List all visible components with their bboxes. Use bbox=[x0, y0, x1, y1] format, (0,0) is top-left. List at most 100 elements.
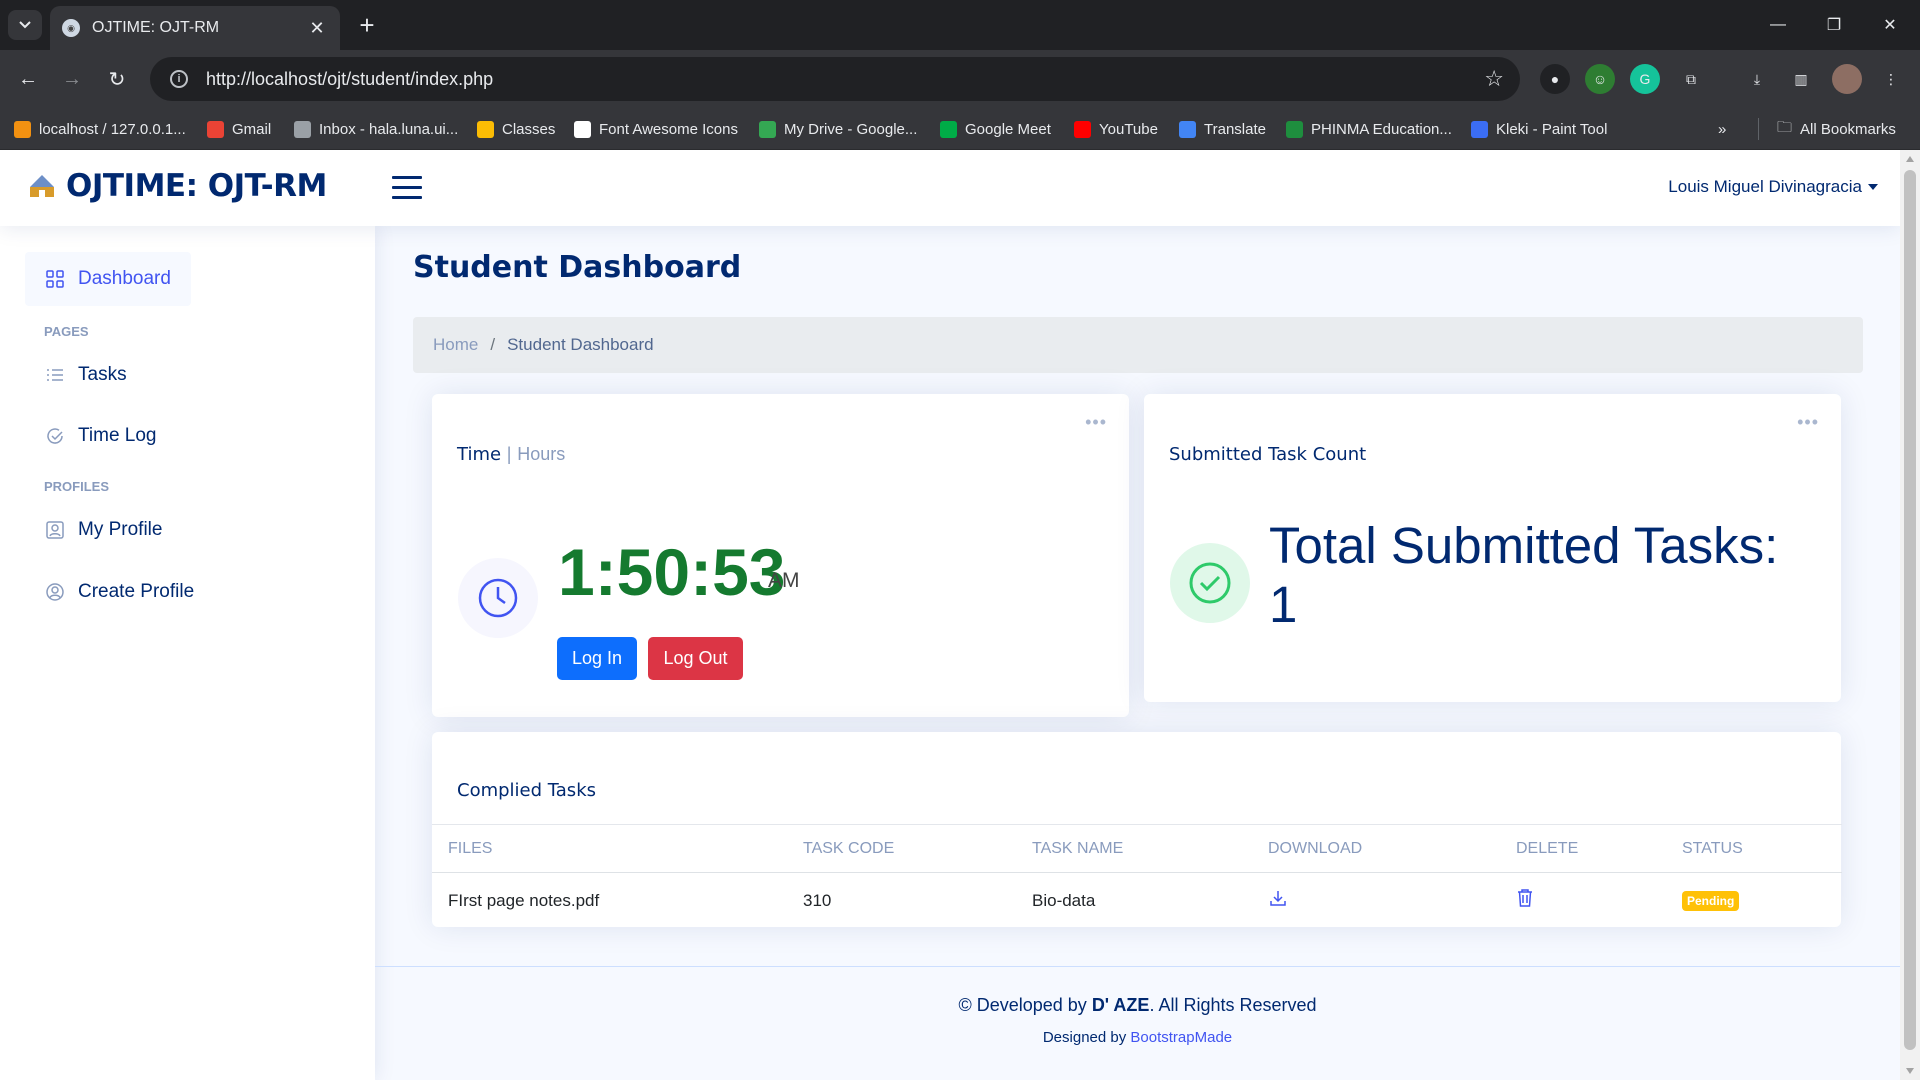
address-bar[interactable]: i http://localhost/ojt/student/index.php… bbox=[150, 57, 1520, 101]
sidebar-item-create-profile[interactable]: Create Profile bbox=[25, 565, 214, 619]
new-tab-button[interactable]: + bbox=[352, 10, 382, 40]
bookmark-favicon-icon bbox=[14, 120, 31, 138]
scrollbar-thumb[interactable] bbox=[1904, 170, 1916, 1050]
site-logo[interactable]: OJTIME: OJT-RM bbox=[28, 168, 327, 204]
column-header-status: STATUS bbox=[1666, 824, 1842, 873]
side-panel-icon[interactable]: ▥ bbox=[1786, 64, 1816, 94]
tab-search-button[interactable] bbox=[8, 10, 42, 40]
extension-robot-icon[interactable]: ☺ bbox=[1585, 64, 1615, 94]
grammarly-icon[interactable]: G bbox=[1630, 64, 1660, 94]
download-icon[interactable] bbox=[1268, 888, 1288, 908]
table-row: FIrst page notes.pdf 310 Bio-data Pendin… bbox=[432, 873, 1842, 929]
bookmark-item[interactable]: Classes bbox=[477, 118, 555, 140]
user-menu-dropdown[interactable]: Louis Miguel Divinagracia bbox=[1668, 177, 1878, 197]
sidebar-toggle-icon[interactable] bbox=[392, 176, 422, 200]
extension-icon[interactable]: ● bbox=[1540, 64, 1570, 94]
time-card: ••• Time | Hours 1:50:53 AM Log In Log O… bbox=[432, 394, 1129, 717]
bookmark-item[interactable]: PHINMA Education... bbox=[1286, 118, 1452, 140]
back-arrow-icon[interactable]: ← bbox=[12, 63, 44, 95]
bookmark-label: Kleki - Paint Tool bbox=[1496, 120, 1608, 138]
table-header-row: FILES TASK CODE TASK NAME DOWNLOAD DELET… bbox=[432, 824, 1842, 873]
column-header-task-name: TASK NAME bbox=[1016, 824, 1252, 873]
logo-emblem-icon bbox=[30, 175, 54, 197]
bookmark-item[interactable]: Kleki - Paint Tool bbox=[1471, 118, 1607, 140]
breadcrumb-home-link[interactable]: Home bbox=[433, 335, 478, 355]
total-submitted-tasks: Total Submitted Tasks: 1 bbox=[1269, 517, 1779, 633]
user-name: Louis Miguel Divinagracia bbox=[1668, 177, 1862, 196]
window-close-icon[interactable]: ✕ bbox=[1870, 8, 1910, 42]
trash-icon[interactable] bbox=[1516, 888, 1534, 908]
bookmark-label: Gmail bbox=[232, 120, 272, 138]
column-header-delete: DELETE bbox=[1500, 824, 1666, 873]
sidebar-item-dashboard[interactable]: Dashboard bbox=[25, 252, 191, 306]
bookmark-label: Inbox - hala.luna.ui... bbox=[319, 120, 459, 138]
bookmark-item[interactable]: localhost / 127.0.0.1... bbox=[14, 118, 186, 140]
more-options-icon[interactable]: ••• bbox=[1085, 412, 1107, 433]
bookmark-item[interactable]: Gmail bbox=[207, 118, 271, 140]
scroll-down-icon[interactable] bbox=[1906, 1068, 1914, 1074]
grid-icon bbox=[45, 269, 65, 289]
browser-tab-active[interactable]: ◉ OJTIME: OJT-RM ✕ bbox=[50, 6, 340, 50]
log-in-button[interactable]: Log In bbox=[557, 637, 637, 680]
check-icon-wrapper bbox=[1170, 543, 1250, 623]
column-header-files: FILES bbox=[432, 824, 787, 873]
extensions-puzzle-icon[interactable]: ⧉ bbox=[1676, 64, 1706, 94]
list-icon bbox=[45, 365, 65, 385]
bookmark-item[interactable]: Font Awesome Icons bbox=[574, 118, 738, 140]
breadcrumb-current: Student Dashboard bbox=[507, 335, 654, 354]
forward-arrow-icon[interactable]: → bbox=[56, 63, 88, 95]
sidebar-item-label: Dashboard bbox=[78, 268, 171, 289]
bookmark-item[interactable]: YouTube bbox=[1074, 118, 1158, 140]
time-card-title: Time bbox=[457, 444, 502, 465]
copyright-prefix: © Developed by bbox=[958, 995, 1092, 1015]
sidebar-item-tasks[interactable]: Tasks bbox=[25, 348, 147, 402]
bookmark-item[interactable]: Inbox - hala.luna.ui... bbox=[294, 118, 458, 140]
downloads-icon[interactable]: ⤓ bbox=[1742, 64, 1772, 94]
card-title: Time | Hours bbox=[457, 444, 565, 465]
title-separator: | bbox=[506, 444, 512, 464]
page-scrollbar[interactable] bbox=[1900, 150, 1920, 1080]
bookmark-item[interactable]: Translate bbox=[1179, 118, 1266, 140]
bookmark-star-icon[interactable]: ☆ bbox=[1484, 66, 1504, 92]
developer-name: D' AZE bbox=[1091, 995, 1150, 1015]
designer-link[interactable]: BootstrapMade bbox=[1130, 1029, 1232, 1046]
site-info-icon[interactable]: i bbox=[170, 70, 188, 88]
person-badge-icon bbox=[45, 520, 65, 540]
person-circle-icon bbox=[45, 582, 65, 602]
browser-menu-icon[interactable]: ⋮ bbox=[1876, 64, 1906, 94]
sidebar-heading-pages: Pages bbox=[44, 324, 89, 339]
all-bookmarks-label: All Bookmarks bbox=[1800, 120, 1896, 138]
sidebar-item-time-log[interactable]: Time Log bbox=[25, 409, 177, 463]
credits-text: Designed by BootstrapMade bbox=[375, 1029, 1900, 1046]
web-page: OJTIME: OJT-RM Louis Miguel Divinagracia… bbox=[0, 150, 1900, 1080]
sidebar-item-label: Tasks bbox=[78, 364, 127, 385]
restore-icon[interactable]: ❐ bbox=[1814, 8, 1854, 42]
bookmark-favicon-icon bbox=[1074, 120, 1091, 138]
status-cell: Pending bbox=[1666, 873, 1842, 929]
column-header-task-code: TASK CODE bbox=[787, 824, 1016, 873]
scroll-up-icon[interactable] bbox=[1906, 156, 1914, 162]
bookmarks-overflow-icon[interactable]: » bbox=[1718, 118, 1726, 140]
site-footer: © Developed by D' AZE. All Rights Reserv… bbox=[375, 966, 1900, 1080]
reload-icon[interactable]: ↻ bbox=[101, 63, 133, 95]
bookmark-favicon-icon bbox=[1286, 120, 1303, 138]
submitted-task-card: ••• Submitted Task Count Total Submitted… bbox=[1144, 394, 1841, 702]
log-out-button[interactable]: Log Out bbox=[648, 637, 743, 680]
profile-avatar[interactable] bbox=[1832, 64, 1862, 94]
bookmark-favicon-icon bbox=[1179, 120, 1196, 138]
minimize-icon[interactable]: — bbox=[1758, 8, 1798, 42]
status-badge: Pending bbox=[1682, 891, 1740, 912]
bookmark-item[interactable]: My Drive - Google... bbox=[759, 118, 917, 140]
sidebar-item-label: Create Profile bbox=[78, 581, 195, 602]
breadcrumb-separator: / bbox=[490, 335, 496, 354]
sidebar-item-my-profile[interactable]: My Profile bbox=[25, 503, 182, 557]
more-options-icon[interactable]: ••• bbox=[1797, 412, 1819, 433]
tab-close-icon[interactable]: ✕ bbox=[306, 18, 328, 39]
task-code-cell: 310 bbox=[803, 890, 832, 910]
task-name-cell: Bio-data bbox=[1032, 890, 1096, 910]
bookmark-favicon-icon bbox=[574, 120, 591, 138]
url-text: http://localhost/ojt/student/index.php bbox=[206, 68, 494, 89]
all-bookmarks-button[interactable]: 🗀 All Bookmarks bbox=[1758, 118, 1896, 140]
bookmarks-bar: localhost / 127.0.0.1... Gmail Inbox - h… bbox=[0, 108, 1920, 150]
bookmark-item[interactable]: Google Meet bbox=[940, 118, 1051, 140]
